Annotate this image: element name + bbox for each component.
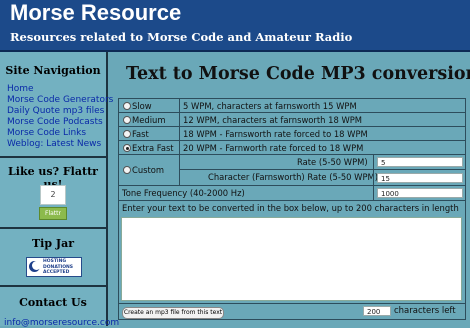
speed-label: Extra Fast	[132, 143, 174, 153]
site-title[interactable]: Morse Resource	[10, 0, 181, 26]
nav-heading: Site Navigation	[5, 64, 101, 77]
contact-email-link[interactable]: info@morseresource.com	[4, 318, 119, 328]
nav-link-home[interactable]: Home	[7, 84, 34, 94]
speed-description: 5 WPM, characters at farnsworth 15 WPM	[183, 101, 357, 111]
sidebar-divider	[0, 227, 106, 229]
rate-input[interactable]: 5	[377, 157, 463, 167]
conversion-form: Slow 5 WPM, characters at farnsworth 15 …	[118, 98, 466, 320]
speed-description: 12 WPM, characters at farnsworth 18 WPM	[183, 115, 363, 125]
nav-link-daily-quote[interactable]: Daily Quote mp3 files	[7, 106, 104, 116]
sidebar-divider	[0, 285, 106, 287]
speed-radio-fast[interactable]	[123, 130, 131, 138]
contact-heading: Contact Us	[19, 296, 87, 309]
speed-description: 18 WPM - Farnsworth rate forced to 18 WP…	[183, 129, 368, 139]
speed-label: Custom	[132, 165, 165, 175]
nav-link-weblog[interactable]: Weblog: Latest News	[7, 139, 101, 149]
farnsworth-input[interactable]: 15	[377, 173, 463, 183]
speed-radio-slow[interactable]	[123, 102, 131, 110]
tipjar-heading: Tip Jar	[31, 237, 74, 250]
nav-link-generators[interactable]: Morse Code Generators	[7, 95, 113, 105]
speed-radio-extra-fast[interactable]	[123, 144, 131, 152]
chars-left-counter: 200	[363, 306, 391, 316]
tipjar-badge[interactable]: HOSTING DONATIONS ACCEPTED	[26, 257, 82, 277]
tone-input[interactable]: 1000	[377, 188, 463, 198]
flattr-button[interactable]: Flattr	[39, 207, 67, 220]
speed-radio-medium[interactable]	[123, 116, 131, 124]
instruction-row: Enter your text to be converted in the b…	[119, 201, 465, 215]
tipjar-badge-line: ACCEPTED	[43, 270, 70, 275]
speed-radio-custom[interactable]	[123, 166, 131, 174]
nav-link-links[interactable]: Morse Code Links	[7, 128, 86, 138]
site-header: Morse Resource Resources related to Mors…	[0, 0, 470, 50]
speed-row-medium: Medium 12 WPM, characters at farnsworth …	[119, 113, 465, 126]
nav-link-podcasts[interactable]: Morse Code Podcasts	[7, 117, 103, 127]
speed-label: Fast	[132, 129, 149, 139]
farnsworth-label: Character (Farnsworth) Rate (5-50 WPM)	[208, 172, 378, 182]
rate-label: Rate (5-50 WPM)	[297, 157, 368, 167]
speed-description: 20 WPM - Farnworth rate forced to 18 WPM	[183, 143, 364, 153]
sidebar: Site Navigation Home Morse Code Generato…	[0, 52, 119, 328]
speed-row-slow: Slow 5 WPM, characters at farnsworth 15 …	[119, 99, 465, 112]
chars-left-label: characters left	[394, 306, 456, 316]
sidebar-divider	[0, 156, 106, 158]
speed-label: Medium	[132, 115, 166, 125]
tone-label: Tone Frequency (40-2000 Hz)	[122, 188, 245, 198]
text-input-area[interactable]	[121, 217, 462, 301]
site-subtitle: Resources related to Morse Code and Amat…	[10, 30, 353, 44]
speed-row-extra-fast: Extra Fast 20 WPM - Farnworth rate force…	[119, 141, 465, 154]
text-instruction: Enter your text to be converted in the b…	[122, 203, 459, 213]
speed-label: Slow	[132, 101, 152, 111]
create-mp3-button[interactable]: Create an mp3 file from this text	[122, 307, 224, 319]
speed-row-fast: Fast 18 WPM - Farnsworth rate forced to …	[119, 127, 465, 140]
page-title: Text to Morse Code MP3 conversion	[126, 64, 470, 84]
flattr-count: 2	[40, 185, 66, 205]
